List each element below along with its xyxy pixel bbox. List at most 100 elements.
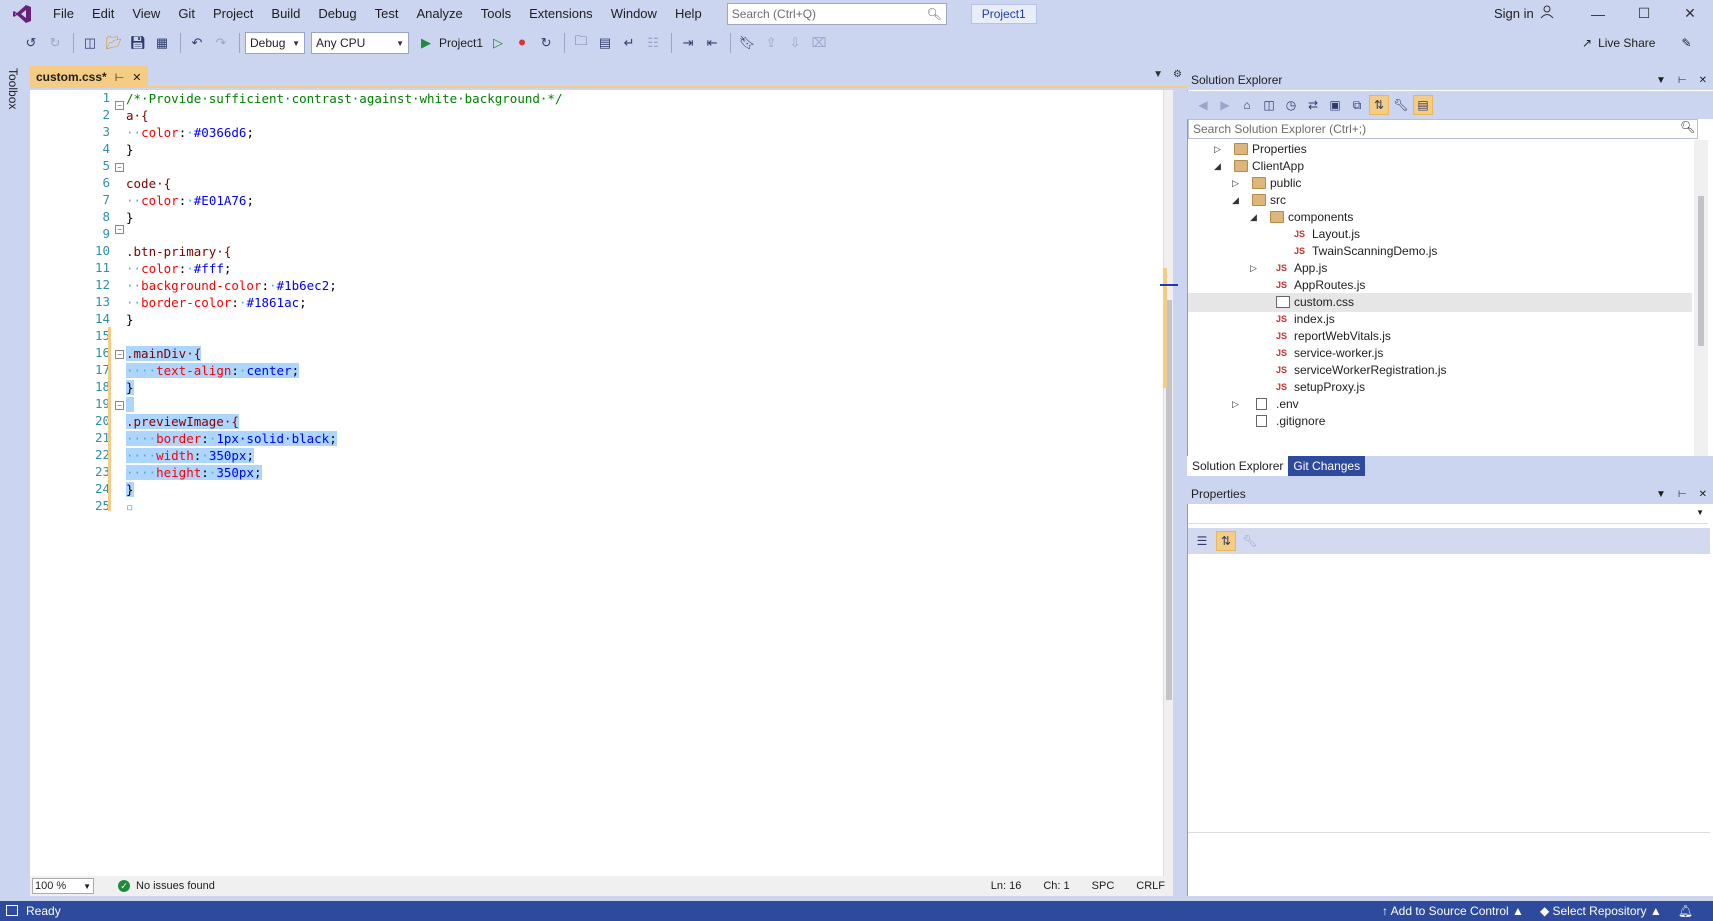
collapse-all-icon[interactable]: ▣ <box>1325 95 1345 115</box>
close-tab-icon[interactable]: ✕ <box>132 71 141 84</box>
code-editor[interactable]: 1 2 3 4 5 6 7 8 9 10 11 12 13 14 15 16 1… <box>30 90 1173 876</box>
indent-icon[interactable]: ⇥ <box>677 32 699 54</box>
refresh-icon[interactable]: ↻ <box>535 32 557 54</box>
menu-window[interactable]: Window <box>602 0 666 27</box>
pending-changes-icon[interactable]: ◷ <box>1281 95 1301 115</box>
preview-icon[interactable]: ▤ <box>1413 95 1433 115</box>
clear-bookmarks-icon[interactable]: ⌧ <box>808 32 830 54</box>
prev-bookmark-icon[interactable]: ⇪ <box>760 32 782 54</box>
undo-icon[interactable]: ↶ <box>186 32 208 54</box>
menu-file[interactable]: File <box>44 0 83 27</box>
visual-studio-logo-icon[interactable] <box>10 4 34 24</box>
browse-folder-icon[interactable]: 🗀︎ <box>570 32 592 54</box>
zoom-select[interactable]: 100 % ▼ <box>32 878 94 894</box>
layout-icon[interactable]: ▤ <box>594 32 616 54</box>
close-icon[interactable]: ✕ <box>1699 75 1707 86</box>
pin-icon[interactable]: ⊢ <box>1678 489 1687 500</box>
solution-explorer-scrollbar[interactable] <box>1694 140 1708 456</box>
collapse-toggle[interactable]: − <box>115 101 124 110</box>
collapse-toggle[interactable]: − <box>115 225 124 234</box>
close-icon[interactable]: ✕ <box>1699 489 1707 500</box>
tab-dropdown-icon[interactable]: ▼ <box>1153 69 1163 80</box>
line-indicator[interactable]: Ln: 16 <box>991 880 1022 892</box>
menu-edit[interactable]: Edit <box>83 0 123 27</box>
editor-vertical-scrollbar[interactable] <box>1163 90 1173 876</box>
bell-icon[interactable]: 🔔︎ <box>1678 904 1693 918</box>
whitespace-indicator[interactable]: SPC <box>1092 880 1115 892</box>
column-indicator[interactable]: Ch: 1 <box>1043 880 1069 892</box>
start-without-debugging-icon[interactable]: ▷ <box>487 32 509 54</box>
alphabetical-icon[interactable]: ⇅ <box>1216 531 1236 551</box>
pin-icon[interactable]: ⊢ <box>115 71 125 84</box>
bookmark-icon[interactable]: 🔖︎ <box>736 32 758 54</box>
menu-project[interactable]: Project <box>204 0 262 27</box>
menu-tools[interactable]: Tools <box>472 0 520 27</box>
menu-test[interactable]: Test <box>366 0 408 27</box>
run-target-label[interactable]: Project1 <box>439 36 483 50</box>
new-project-icon[interactable]: ◫ <box>79 32 101 54</box>
panel-dropdown-icon[interactable]: ▼ <box>1656 489 1666 500</box>
start-debugging-icon[interactable]: ▶ <box>415 32 437 54</box>
configuration-select[interactable]: Debug ▼ <box>245 32 305 54</box>
menu-analyze[interactable]: Analyze <box>407 0 471 27</box>
solution-explorer-search-input[interactable]: Search Solution Explorer (Ctrl+;) <box>1188 119 1698 139</box>
switch-views-icon[interactable]: ◫ <box>1259 95 1279 115</box>
sync-icon[interactable]: ⇄ <box>1303 95 1323 115</box>
save-all-icon[interactable]: ▦ <box>151 32 173 54</box>
forward-icon[interactable]: ↻ <box>44 32 66 54</box>
minimize-button[interactable]: — <box>1575 0 1621 27</box>
next-bookmark-icon[interactable]: ⇩ <box>784 32 806 54</box>
menu-view[interactable]: View <box>123 0 169 27</box>
forward-icon[interactable]: ▶ <box>1215 95 1235 115</box>
select-repository-button[interactable]: ◆ Select Repository ▲ <box>1540 904 1662 918</box>
sign-in-link[interactable]: Sign in <box>1494 0 1534 27</box>
home-icon[interactable]: ⌂ <box>1237 95 1257 115</box>
collapse-toggle[interactable]: − <box>115 163 124 172</box>
account-icon[interactable] <box>1540 5 1554 22</box>
notification-area-icon[interactable] <box>6 905 18 916</box>
search-icon[interactable]: 🔍︎ <box>1680 120 1695 134</box>
menu-help[interactable]: Help <box>666 0 711 27</box>
tab-custom-css[interactable]: custom.css* ⊢ ✕ <box>30 66 148 88</box>
back-icon[interactable]: ↺ <box>20 32 42 54</box>
property-pages-icon[interactable]: 🔧︎ <box>1240 531 1260 551</box>
menu-build[interactable]: Build <box>262 0 309 27</box>
collapse-toggle[interactable]: − <box>115 401 124 410</box>
open-folder-icon[interactable]: 📂︎ <box>103 32 125 54</box>
panel-dropdown-icon[interactable]: ▼ <box>1656 75 1666 86</box>
scrollbar-thumb[interactable] <box>1698 196 1704 346</box>
toolbox-tab[interactable]: Toolbox <box>6 68 20 109</box>
categorized-icon[interactable]: ☰ <box>1192 531 1212 551</box>
wrench-icon[interactable]: 🔧︎ <box>1391 95 1411 115</box>
step-icon[interactable]: ↵ <box>618 32 640 54</box>
pin-icon[interactable]: ⊢ <box>1678 75 1687 86</box>
outdent-icon[interactable]: ⇤ <box>701 32 723 54</box>
track-active-item-icon[interactable]: ⇅ <box>1369 95 1389 115</box>
hot-reload-icon[interactable]: ⚫︎ <box>511 32 533 54</box>
collapse-toggle[interactable]: − <box>115 350 124 359</box>
menu-git[interactable]: Git <box>169 0 204 27</box>
show-all-files-icon[interactable]: ⧉ <box>1347 95 1367 115</box>
maximize-button[interactable]: ☐ <box>1621 0 1667 27</box>
menu-debug[interactable]: Debug <box>309 0 365 27</box>
feedback-icon[interactable]: ✎ <box>1681 36 1691 50</box>
tree-item-gitignore[interactable]: .gitignore <box>1188 412 1692 431</box>
close-window-button[interactable]: ✕ <box>1667 0 1713 27</box>
save-icon[interactable]: 💾︎ <box>127 32 149 54</box>
gear-icon[interactable]: ⚙ <box>1173 69 1182 80</box>
redo-icon[interactable]: ↷ <box>210 32 232 54</box>
properties-object-select[interactable]: ▼ <box>1188 506 1708 524</box>
platform-select[interactable]: Any CPU ▼ <box>311 32 409 54</box>
back-icon[interactable]: ◀ <box>1193 95 1213 115</box>
search-input[interactable]: Search (Ctrl+Q) 🔍︎ <box>726 2 947 25</box>
css-file-icon <box>1276 296 1290 308</box>
tab-solution-explorer[interactable]: Solution Explorer <box>1187 456 1289 476</box>
format-icon[interactable]: ☷ <box>642 32 664 54</box>
line-ending-indicator[interactable]: CRLF <box>1136 880 1165 892</box>
add-to-source-control-button[interactable]: ↑ Add to Source Control ▲ <box>1382 904 1524 918</box>
issues-indicator[interactable]: ✓ No issues found <box>118 880 215 892</box>
tab-git-changes[interactable]: Git Changes <box>1288 456 1366 476</box>
project-name-badge[interactable]: Project1 <box>970 3 1037 24</box>
menu-extensions[interactable]: Extensions <box>520 0 602 27</box>
live-share-button[interactable]: ↗ Live Share ✎ <box>1582 27 1692 59</box>
